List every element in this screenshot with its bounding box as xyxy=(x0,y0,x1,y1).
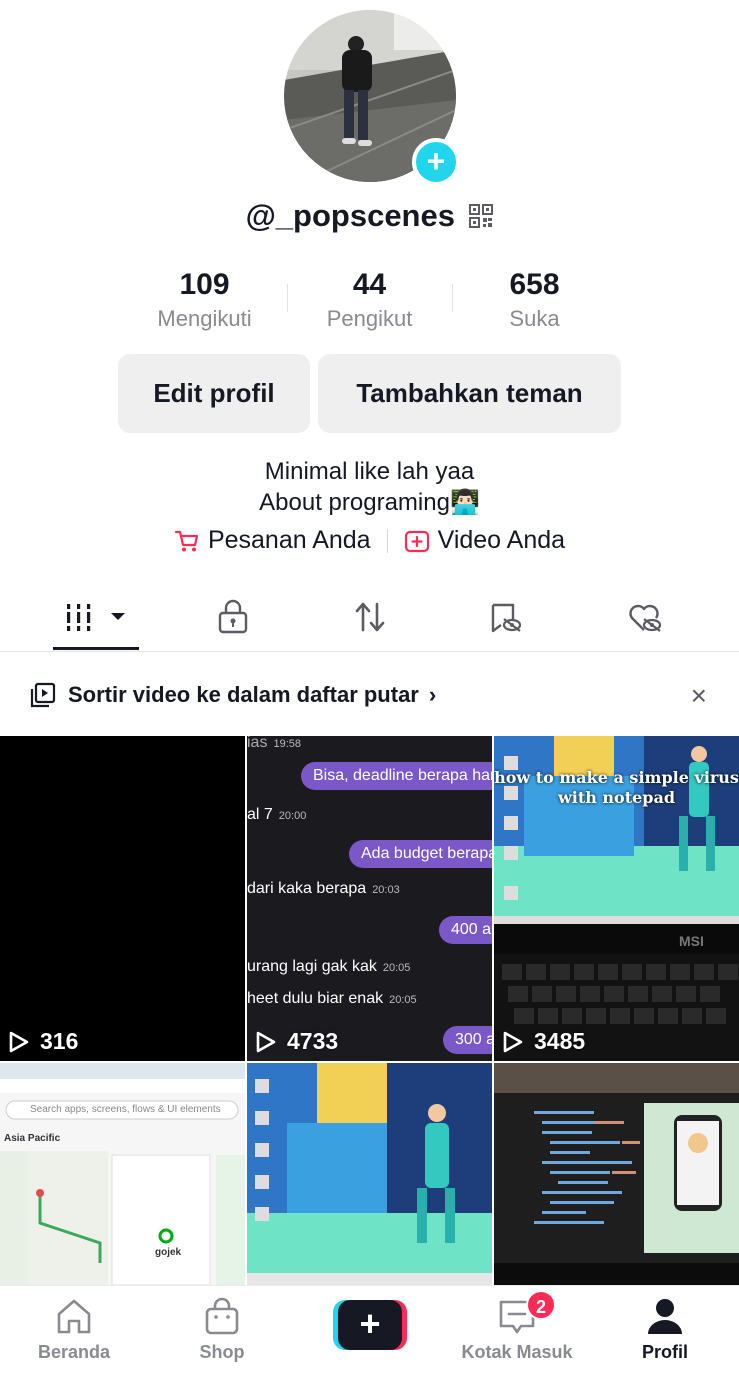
nav-inbox[interactable]: Kotak Masuk xyxy=(457,1286,577,1375)
nav-profile[interactable]: Profil xyxy=(605,1286,725,1375)
add-video-icon xyxy=(404,530,429,552)
video-thumbnail[interactable]: 316 xyxy=(0,736,245,1061)
shopping-bag-icon xyxy=(205,1297,239,1335)
view-count-value: 316 xyxy=(40,1028,79,1054)
bio: Minimal like lah yaa About programing👨🏻‍… xyxy=(0,456,739,518)
home-icon xyxy=(57,1299,91,1334)
add-friends-button[interactable]: Tambahkan teman xyxy=(318,354,621,433)
play-icon xyxy=(503,1031,523,1052)
profile-links: Pesanan Anda Video Anda xyxy=(0,526,739,555)
view-count: 4733 xyxy=(255,1028,338,1055)
video-caption: how to make a simple virus with notepad xyxy=(494,768,739,807)
lock-icon xyxy=(218,599,248,634)
chat-line: ias 19:58 xyxy=(247,736,301,751)
profile-avatar-container[interactable]: + xyxy=(284,10,460,186)
view-count-value: 4733 xyxy=(287,1028,339,1054)
view-count: 316 xyxy=(8,1028,78,1055)
bio-line: Minimal like lah yaa xyxy=(264,458,475,485)
playlist-banner[interactable]: Sortir video ke dalam daftar putar › × xyxy=(0,668,739,722)
orders-link-label: Pesanan Anda xyxy=(207,526,371,554)
chat-bubble: Ada budget berapa xyxy=(349,840,492,868)
nav-shop-label: Shop xyxy=(199,1342,245,1362)
desktop-illustration xyxy=(247,1063,492,1285)
playlist-banner-text: Sortir video ke dalam daftar putar xyxy=(68,682,419,707)
chat-line: urang lagi gak kak 20:05 xyxy=(247,958,411,975)
tab-liked[interactable] xyxy=(604,582,684,652)
liked-icon xyxy=(629,604,662,632)
stat-likes[interactable]: 658 Suka xyxy=(452,268,617,338)
chat-bubble: 400 a xyxy=(439,916,492,944)
tab-active-indicator xyxy=(53,647,139,650)
tab-videos[interactable] xyxy=(53,582,139,652)
bio-line: About programing👨🏻‍💻 xyxy=(259,489,480,516)
profile-tabs xyxy=(0,582,739,652)
profile-stats: 109 Mengikuti 44 Pengikut 658 Suka xyxy=(122,268,617,338)
nav-profile-label: Profil xyxy=(641,1342,688,1362)
qr-code-icon[interactable] xyxy=(469,204,494,228)
video-thumbnail[interactable]: ias 19:58 Bisa, deadline berapa har al 72… xyxy=(247,736,492,1061)
profile-icon xyxy=(648,1299,682,1334)
edit-profile-button[interactable]: Edit profil xyxy=(118,354,310,433)
plus-icon: + xyxy=(338,1300,402,1350)
bottom-nav: Beranda Shop + Kotak Masuk 2 Profil xyxy=(0,1285,739,1375)
stat-following[interactable]: 109 Mengikuti xyxy=(122,268,287,338)
repost-icon xyxy=(355,602,385,632)
link-divider xyxy=(386,528,388,553)
play-icon xyxy=(256,1031,276,1052)
video-thumbnail[interactable] xyxy=(494,1063,739,1285)
username: @_popscenes xyxy=(245,198,455,233)
tab-favorites[interactable] xyxy=(466,582,546,652)
add-avatar-button[interactable]: + xyxy=(412,138,460,186)
chat-line: al 7 20:00 xyxy=(247,806,307,823)
chat-bubble: Bisa, deadline berapa har xyxy=(301,762,492,790)
stat-label: Mengikuti xyxy=(157,306,252,331)
stat-label: Suka xyxy=(509,306,560,331)
tab-private[interactable] xyxy=(193,582,273,652)
nav-shop[interactable]: Shop xyxy=(162,1286,282,1375)
code-editor-illustration xyxy=(494,1063,739,1285)
cart-icon xyxy=(174,530,199,551)
nav-inbox-label: Kotak Masuk xyxy=(461,1342,573,1362)
chat-line: dari kaka berapa 20:03 xyxy=(247,880,400,897)
search-placeholder: Search apps, screens, flows & UI element… xyxy=(30,1104,221,1115)
region-label: Asia Pacific xyxy=(4,1133,61,1144)
video-link-label: Video Anda xyxy=(437,526,566,554)
view-count: 3485 xyxy=(502,1028,585,1055)
chat-bubble: 300 a xyxy=(443,1026,492,1054)
username-row: @_popscenes xyxy=(0,198,739,234)
browser-map-illustration xyxy=(0,1063,245,1285)
nav-home-label: Beranda xyxy=(37,1342,111,1362)
stat-followers[interactable]: 44 Pengikut xyxy=(287,268,452,338)
inbox-badge: 2 xyxy=(526,1290,556,1320)
video-link[interactable]: Video Anda xyxy=(404,526,565,555)
view-count-value: 3485 xyxy=(534,1028,586,1054)
video-thumbnail[interactable]: MSI how to make a simple virus with note… xyxy=(494,736,739,1061)
grid-icon xyxy=(67,604,125,631)
stat-value: 658 xyxy=(509,268,560,301)
tab-reposts[interactable] xyxy=(330,582,410,652)
orders-link[interactable]: Pesanan Anda xyxy=(174,526,371,555)
close-icon[interactable]: × xyxy=(691,680,707,712)
play-icon xyxy=(9,1031,29,1052)
stat-value: 109 xyxy=(179,268,230,301)
playlist-icon xyxy=(30,682,56,708)
brand-label: gojek xyxy=(155,1247,182,1258)
stat-value: 44 xyxy=(352,268,387,301)
nav-home[interactable]: Beranda xyxy=(14,1286,134,1375)
video-thumbnail[interactable] xyxy=(247,1063,492,1285)
svg-text:MSI: MSI xyxy=(679,933,704,949)
chevron-right-icon: › xyxy=(428,682,437,707)
chat-line: heet dulu biar enak 20:05 xyxy=(247,990,417,1007)
bookmark-icon xyxy=(491,603,522,633)
stat-label: Pengikut xyxy=(326,306,413,331)
create-button[interactable]: + xyxy=(333,1300,407,1350)
video-thumbnail[interactable]: Search apps, screens, flows & UI element… xyxy=(0,1063,245,1285)
